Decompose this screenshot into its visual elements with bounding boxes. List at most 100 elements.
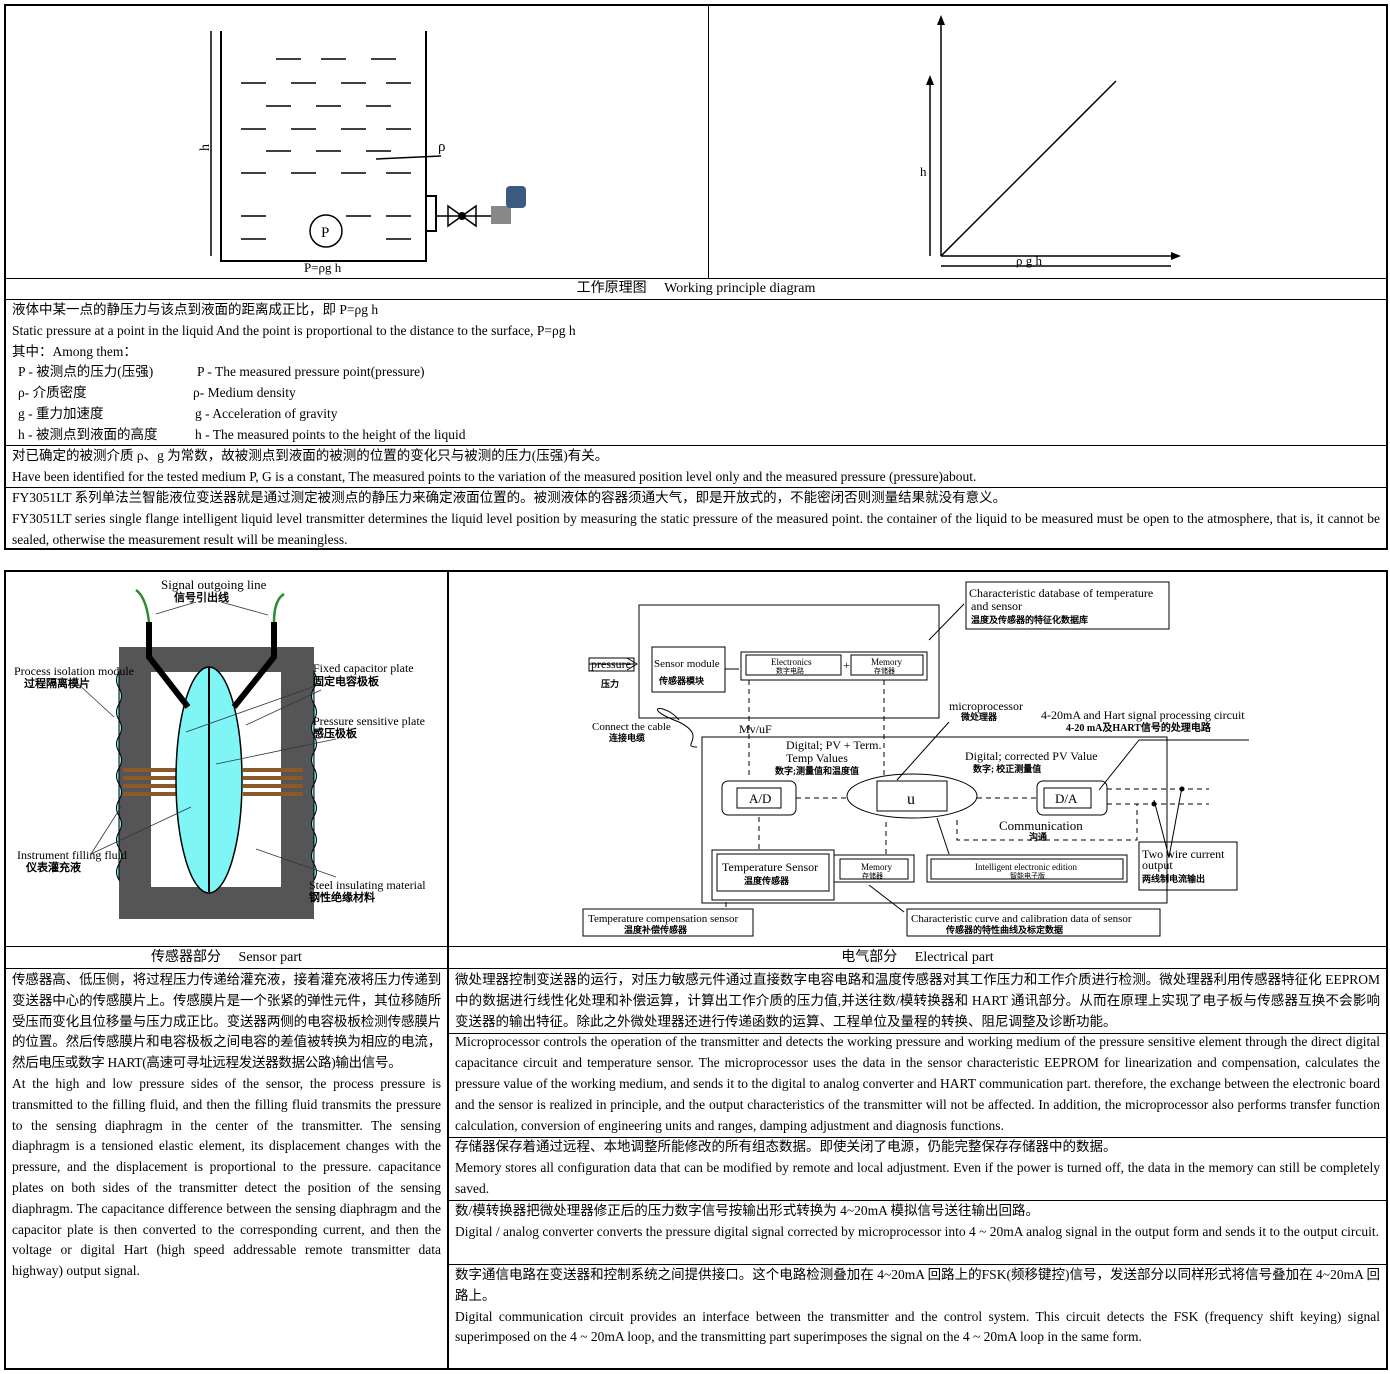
- char-db-label-cn: 温度及传感器的特征化数据库: [971, 614, 1088, 625]
- product-text: FY3051LT 系列单法兰智能液位变送器就是通过测定被测点的静压力来确定液面位…: [6, 488, 1386, 550]
- digital-corrected-label: Digital; corrected PV Value: [965, 749, 1098, 763]
- sensor-text: 传感器高、低压侧，将过程压力传递给灌充液，接着灌充液将压力传递到变送器中心的传感…: [6, 970, 447, 1282]
- two-wire-label-cn: 两线制电流输出: [1142, 873, 1205, 884]
- text-line: 对已确定的被测介质 ρ、g 为常数，故被测点到液面的被测的位置的变化只与被测的压…: [12, 448, 609, 463]
- section-text-cn: 数/模转换器把微处理器修正后的压力数字信号按输出形式转换为 4~20mA 模拟信…: [455, 1203, 1040, 1218]
- sensor-module-label: Sensor module: [654, 658, 720, 670]
- mvuf-label: Mv/uF: [739, 722, 772, 736]
- pressure-label-cn: 压力: [601, 678, 619, 689]
- intelligent-board-label-cn: 智能电子版: [1010, 871, 1045, 880]
- temp-compensation-label-cn: 温度补偿传感器: [624, 924, 688, 935]
- plus-sign: +: [843, 658, 850, 672]
- fixed-plate-label: Fixed capacitor plate: [313, 661, 414, 675]
- communication-label: Communication: [999, 818, 1083, 833]
- digital-pv-label-cn: 数字;测量值和温度值: [775, 765, 859, 776]
- constant-text: 对已确定的被测介质 ρ、g 为常数，故被测点到液面的被测的位置的变化只与被测的压…: [6, 446, 1386, 488]
- memory-label: Memory: [861, 862, 892, 872]
- tank-p-label: P: [321, 225, 329, 241]
- section-text-cn: 数字通信电路在变送器和控制系统之间提供接口。这个电路检测叠加在 4~20mA 回…: [455, 1267, 1380, 1303]
- section-text-en: Digital / analog converter converts the …: [455, 1223, 1379, 1239]
- def-cn: g - 重力加速度: [18, 406, 104, 422]
- steel-material-label-cn: 钢性绝缘材料: [309, 890, 375, 904]
- filling-fluid-label-cn: 仪表灌充液: [25, 860, 82, 874]
- memory-label: Memory: [871, 657, 902, 667]
- electrical-caption: 电气部分 Electrical part: [841, 950, 994, 965]
- graph-y-label: h: [920, 164, 927, 179]
- temperature-sensor-label-cn: 温度传感器: [744, 875, 790, 886]
- signal-line-label: Signal outgoing line: [161, 577, 267, 592]
- def-en: ρ- Medium density: [193, 385, 296, 401]
- tank-formula: P=ρg h: [304, 260, 342, 275]
- section-text-cn: 微处理器控制变送器的运行，对压力敏感元件通过直接数字电容电路和温度传感器对其工作…: [455, 972, 1380, 1029]
- calibration-data-label: Characteristic curve and calibration dat…: [911, 913, 1132, 925]
- electrical-diagram: Characteristic database of temperature a…: [582, 581, 1249, 937]
- principle-text: 液体中某一点的静压力与该点到液面的距离成正比，即 P=ρg h Static p…: [6, 300, 1386, 445]
- principle-caption: 工作原理图 Working principle diagram: [576, 281, 816, 296]
- ad-converter-label: A/D: [749, 791, 771, 806]
- pressure-plate-label-cn: 感压极板: [313, 726, 358, 740]
- sensor-module-label-cn: 传感器模块: [658, 675, 705, 686]
- isolation-module-label: Process isolation module: [14, 664, 134, 678]
- pressure-height-graph: h ρ g h: [920, 15, 1181, 268]
- electrical-section-1: 微处理器控制变送器的运行，对压力敏感元件通过直接数字电容电路和温度传感器对其工作…: [449, 970, 1386, 1136]
- memory-label-cn: 存储器: [874, 666, 895, 675]
- vertical-divider: [708, 6, 709, 278]
- tank-h-label: h: [198, 144, 213, 151]
- sensor-text-en: At the high and low pressure sides of th…: [12, 1075, 441, 1279]
- def-en: h - The measured points to the height of…: [195, 427, 466, 443]
- communication-label-cn: 沟通: [1029, 831, 1047, 842]
- two-wire-label2: output: [1142, 858, 1173, 872]
- section-text-en: Microprocessor controls the operation of…: [455, 1034, 1380, 1133]
- microprocessor-label: microprocessor: [949, 699, 1023, 713]
- cable-label: Connect the cable: [592, 721, 671, 733]
- def-cn: ρ- 介质密度: [18, 385, 87, 401]
- electronics-label: Electronics: [771, 657, 812, 667]
- intelligent-board-label: Intelligent electronic edition: [975, 862, 1077, 872]
- electronics-label-cn: 数字电路: [776, 666, 804, 675]
- section-text-en: Memory stores all configuration data tha…: [455, 1159, 1380, 1196]
- digital-corrected-label-cn: 数字; 校正测量值: [973, 763, 1041, 774]
- memory-label-cn: 存储器: [862, 871, 883, 880]
- section-text-cn: 存储器保存着通过远程、本地调整所能修改的所有组态数据。即使关闭了电源，仍能完整保…: [455, 1139, 1117, 1154]
- text-line: FY3051LT 系列单法兰智能液位变送器就是通过测定被测点的静压力来确定液面位…: [12, 490, 1007, 505]
- char-db-label: Characteristic database of temperature: [969, 586, 1153, 600]
- section-text-en: Digital communication circuit provides a…: [455, 1308, 1380, 1345]
- text-line: 液体中某一点的静压力与该点到液面的距离成正比，即 P=ρg h: [12, 302, 379, 317]
- digital-pv-label2: Temp Values: [786, 751, 848, 765]
- sensor-diagram: Signal outgoing line 信号引出线 Process isola…: [14, 577, 426, 919]
- fixed-plate-label-cn: 固定电容极板: [313, 674, 380, 688]
- steel-material-label: Steel insulating material: [309, 878, 426, 892]
- electrical-section-3: 数/模转换器把微处理器修正后的压力数字信号按输出形式转换为 4~20mA 模拟信…: [449, 1201, 1386, 1243]
- hart-circuit-label: 4-20mA and Hart signal processing circui…: [1041, 708, 1245, 722]
- pressure-plate-label: Pressure sensitive plate: [313, 714, 425, 728]
- signal-line-label-cn: 信号引出线: [174, 590, 229, 604]
- def-cn: P - 被测点的压力(压强): [18, 364, 154, 380]
- cable-label-cn: 连接电缆: [609, 732, 645, 743]
- electrical-section-2: 存储器保存着通过远程、本地调整所能修改的所有组态数据。即使关闭了电源，仍能完整保…: [449, 1137, 1386, 1199]
- sensor-text-cn: 传感器高、低压侧，将过程压力传递给灌充液，接着灌充液将压力传递到变送器中心的传感…: [12, 972, 441, 1071]
- text-line: FY3051LT series single flange intelligen…: [12, 510, 1380, 547]
- digital-pv-label: Digital; PV + Term.: [786, 738, 881, 752]
- da-converter-label: D/A: [1055, 791, 1078, 806]
- graph-x-label: ρ g h: [1016, 253, 1042, 268]
- electrical-section-4: 数字通信电路在变送器和控制系统之间提供接口。这个电路检测叠加在 4~20mA 回…: [449, 1265, 1386, 1348]
- char-db-label2: and sensor: [971, 599, 1022, 613]
- pressure-label: pressure: [591, 657, 631, 671]
- temperature-sensor-label: Temperature Sensor: [722, 860, 818, 874]
- calibration-data-label-cn: 传感器的特性曲线及标定数据: [945, 924, 1063, 935]
- definitions: P - 被测点的压力(压强) P - The measured pressure …: [12, 362, 1380, 445]
- tank-diagram: h ρ P P=ρg h: [198, 31, 526, 275]
- tank-rho-label: ρ: [438, 139, 446, 155]
- hart-circuit-label-cn: 4-20 mA及HART信号的处理电路: [1066, 721, 1212, 734]
- def-en: g - Acceleration of gravity: [195, 406, 338, 422]
- filling-fluid-label: Instrument filling fluid: [17, 848, 127, 862]
- isolation-module-label-cn: 过程隔离模片: [24, 676, 90, 690]
- text-line: Static pressure at a point in the liquid…: [12, 322, 576, 338]
- temp-compensation-label: Temperature compensation sensor: [588, 913, 738, 925]
- def-en: P - The measured pressure point(pressure…: [197, 364, 425, 380]
- microprocessor-label-cn: 微处理器: [960, 711, 998, 722]
- text-line: 其中：Among them：: [12, 343, 137, 359]
- text-line: Have been identified for the tested medi…: [12, 468, 977, 484]
- def-cn: h - 被测点到液面的高度: [18, 427, 158, 443]
- microprocessor-u-label: u: [907, 791, 915, 808]
